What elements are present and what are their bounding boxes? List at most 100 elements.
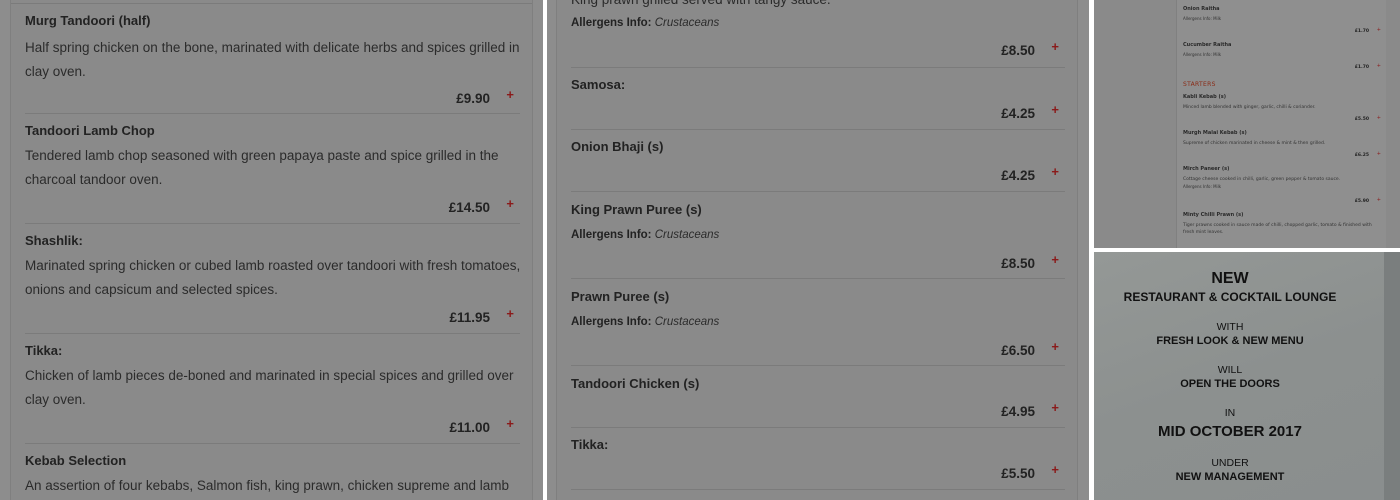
add-to-order-button[interactable]: + (1051, 39, 1059, 54)
notice-line: IN (1224, 407, 1236, 419)
row-allergen: Allergens Info: Milk (1183, 184, 1222, 189)
notice-line: OPEN THE DOORS (1180, 378, 1280, 390)
item-price: £4.25 (1001, 168, 1035, 183)
notice-line: NEW (1211, 270, 1249, 287)
notice-line: FRESH LOOK & NEW MENU (1156, 335, 1304, 347)
add-to-order-button[interactable]: + (506, 87, 514, 102)
allergen-value: Crustaceans (654, 229, 720, 241)
allergen-info: Allergens Info: Crustaceans (571, 17, 719, 29)
item-description: Chicken of lamb pieces de-boned and mari… (25, 368, 514, 407)
add-to-order-button[interactable]: + (1051, 462, 1059, 477)
row-title: Onion Raitha (1183, 6, 1220, 12)
menu-card: Murg Tandoori (half) Half spring chicken… (10, 0, 533, 500)
row-title: Kabli Kebab (s) (1183, 94, 1226, 100)
menu-sheet: Onion Raitha Allergens Info: Milk £1.70 … (1176, 0, 1386, 248)
item-name: Kebab Selection (25, 453, 127, 468)
menu-row: Cucumber Raitha Allergens Info: Milk £1.… (1183, 42, 1383, 70)
item-name: Samosa: (571, 77, 626, 92)
add-to-order-button[interactable]: + (1377, 27, 1381, 33)
add-to-order-button[interactable]: + (506, 416, 514, 431)
item-name: Murg Tandoori (half) (25, 13, 151, 28)
notice-line: WITH (1216, 321, 1244, 333)
row-title: Mirch Paneer (s) (1183, 166, 1230, 172)
item-price: £11.95 (449, 310, 490, 325)
item-name: Shashlik: (25, 233, 83, 248)
allergen-label: Allergens Info: (571, 17, 652, 29)
item-description: An assertion of four kebabs, Salmon fish… (25, 478, 510, 493)
opening-notice-photo: NEW RESTAURANT & COCKTAIL LOUNGE WITH FR… (1094, 252, 1400, 500)
item-price: £8.50 (1001, 43, 1035, 58)
add-to-order-button[interactable]: + (506, 196, 514, 211)
item-name: Tikka: (571, 437, 609, 452)
item-name: Tikka: (25, 343, 63, 358)
item-price: £11.00 (449, 420, 490, 435)
menu-item: Shashlik: Marinated spring chicken or cu… (25, 223, 520, 333)
menu-item: Murg Tandoori (half) Half spring chicken… (25, 3, 520, 113)
allergen-info: Allergens Info: Crustaceans (571, 316, 719, 328)
item-price: £4.25 (1001, 106, 1035, 121)
menu-item: Prawn Puree (s) Allergens Info: Crustace… (571, 278, 1065, 365)
row-title: Murgh Malai Kebab (s) (1183, 130, 1247, 136)
item-description: Tendered lamb chop seasoned with green p… (25, 148, 499, 187)
item-name: Onion Bhaji (s) (571, 139, 664, 154)
row-price: £5.90 (1354, 199, 1369, 204)
row-description: Cottage cheese cooked in chilli, garlic,… (1183, 177, 1341, 182)
row-description: Minced lamb blended with ginger, garlic,… (1183, 105, 1316, 110)
section-title: STARTERS (1183, 81, 1216, 88)
menu-item: King prawn grilled served with tangy sau… (571, 0, 1065, 67)
add-to-order-button[interactable]: + (1377, 115, 1381, 121)
item-name: Prawn Puree (s) (571, 289, 670, 304)
notice-line: NEW MANAGEMENT (1175, 471, 1285, 483)
add-to-order-button[interactable]: + (1051, 252, 1059, 267)
menu-row: Minty Chilli Prawn (s) Tiger prawns cook… (1183, 212, 1383, 236)
notice-line: WILL (1217, 364, 1243, 376)
menu-row: Kabli Kebab (s) Minced lamb blended with… (1183, 94, 1383, 122)
item-price: £4.95 (1001, 404, 1035, 419)
notice-line: UNDER (1211, 457, 1249, 469)
menu-row: Murgh Malai Kebab (s) Supreme of chicken… (1183, 130, 1383, 158)
photo-edge (1384, 252, 1400, 500)
menu-item: Tikka: £5.50 + (571, 427, 1065, 489)
row-description: Supreme of chicken marinated in cheese &… (1183, 141, 1326, 146)
add-to-order-button[interactable]: + (1377, 63, 1381, 69)
add-to-order-button[interactable]: + (1377, 151, 1381, 157)
item-description: Marinated spring chicken or cubed lamb r… (25, 258, 521, 297)
notice-paper: NEW RESTAURANT & COCKTAIL LOUNGE WITH FR… (1094, 252, 1400, 500)
item-price: £9.90 (456, 91, 490, 106)
menu-item: Tandoori Chicken (s) £4.95 + (571, 365, 1065, 427)
add-to-order-button[interactable]: + (1051, 102, 1059, 117)
item-description: King prawn grilled served with tangy sau… (571, 0, 1071, 10)
row-allergen: Allergens Info: Milk (1183, 52, 1222, 57)
menu-item: Tandoori Lamb Chop Tendered lamb chop se… (25, 113, 520, 223)
notice-line: RESTAURANT & COCKTAIL LOUNGE (1123, 290, 1337, 304)
allergen-label: Allergens Info: (571, 229, 652, 241)
add-to-order-button[interactable]: + (1051, 339, 1059, 354)
menu-item: Tikka: Chicken of lamb pieces de-boned a… (25, 333, 520, 443)
row-price: £6.25 (1354, 153, 1369, 158)
row-price: £1.70 (1354, 65, 1369, 70)
menu-item: Samosa: £4.25 + (571, 67, 1065, 129)
add-to-order-button[interactable]: + (1051, 400, 1059, 415)
menu-item: Kebab Selection An assertion of four keb… (25, 443, 520, 500)
row-description: Tiger prawns cooked in sauce made of chi… (1183, 223, 1372, 235)
menu-row: Onion Raitha Allergens Info: Milk £1.70 … (1183, 6, 1383, 34)
add-to-order-button[interactable]: + (506, 306, 514, 321)
menu-sheet-thumbnail: Onion Raitha Allergens Info: Milk £1.70 … (1094, 0, 1400, 248)
row-price: £5.50 (1354, 117, 1369, 122)
allergen-value: Crustaceans (654, 316, 720, 328)
allergen-label: Allergens Info: (571, 316, 652, 328)
divider (571, 489, 1065, 490)
add-to-order-button[interactable]: + (1051, 164, 1059, 179)
menu-item: Onion Bhaji (s) £4.25 + (571, 129, 1065, 191)
item-name: Tandoori Lamb Chop (25, 123, 155, 138)
row-price: £1.70 (1354, 29, 1369, 34)
row-allergen: Allergens Info: Milk (1183, 16, 1222, 21)
add-to-order-button[interactable]: + (1377, 197, 1381, 203)
row-title: Minty Chilli Prawn (s) (1183, 212, 1244, 218)
item-name: Tandoori Chicken (s) (571, 376, 700, 391)
item-price: £14.50 (448, 200, 490, 215)
allergen-value: Crustaceans (654, 17, 720, 29)
notice-line: MID OCTOBER 2017 (1158, 423, 1302, 440)
item-description: Half spring chicken on the bone, marinat… (25, 40, 520, 79)
allergen-info: Allergens Info: Crustaceans (571, 229, 719, 241)
